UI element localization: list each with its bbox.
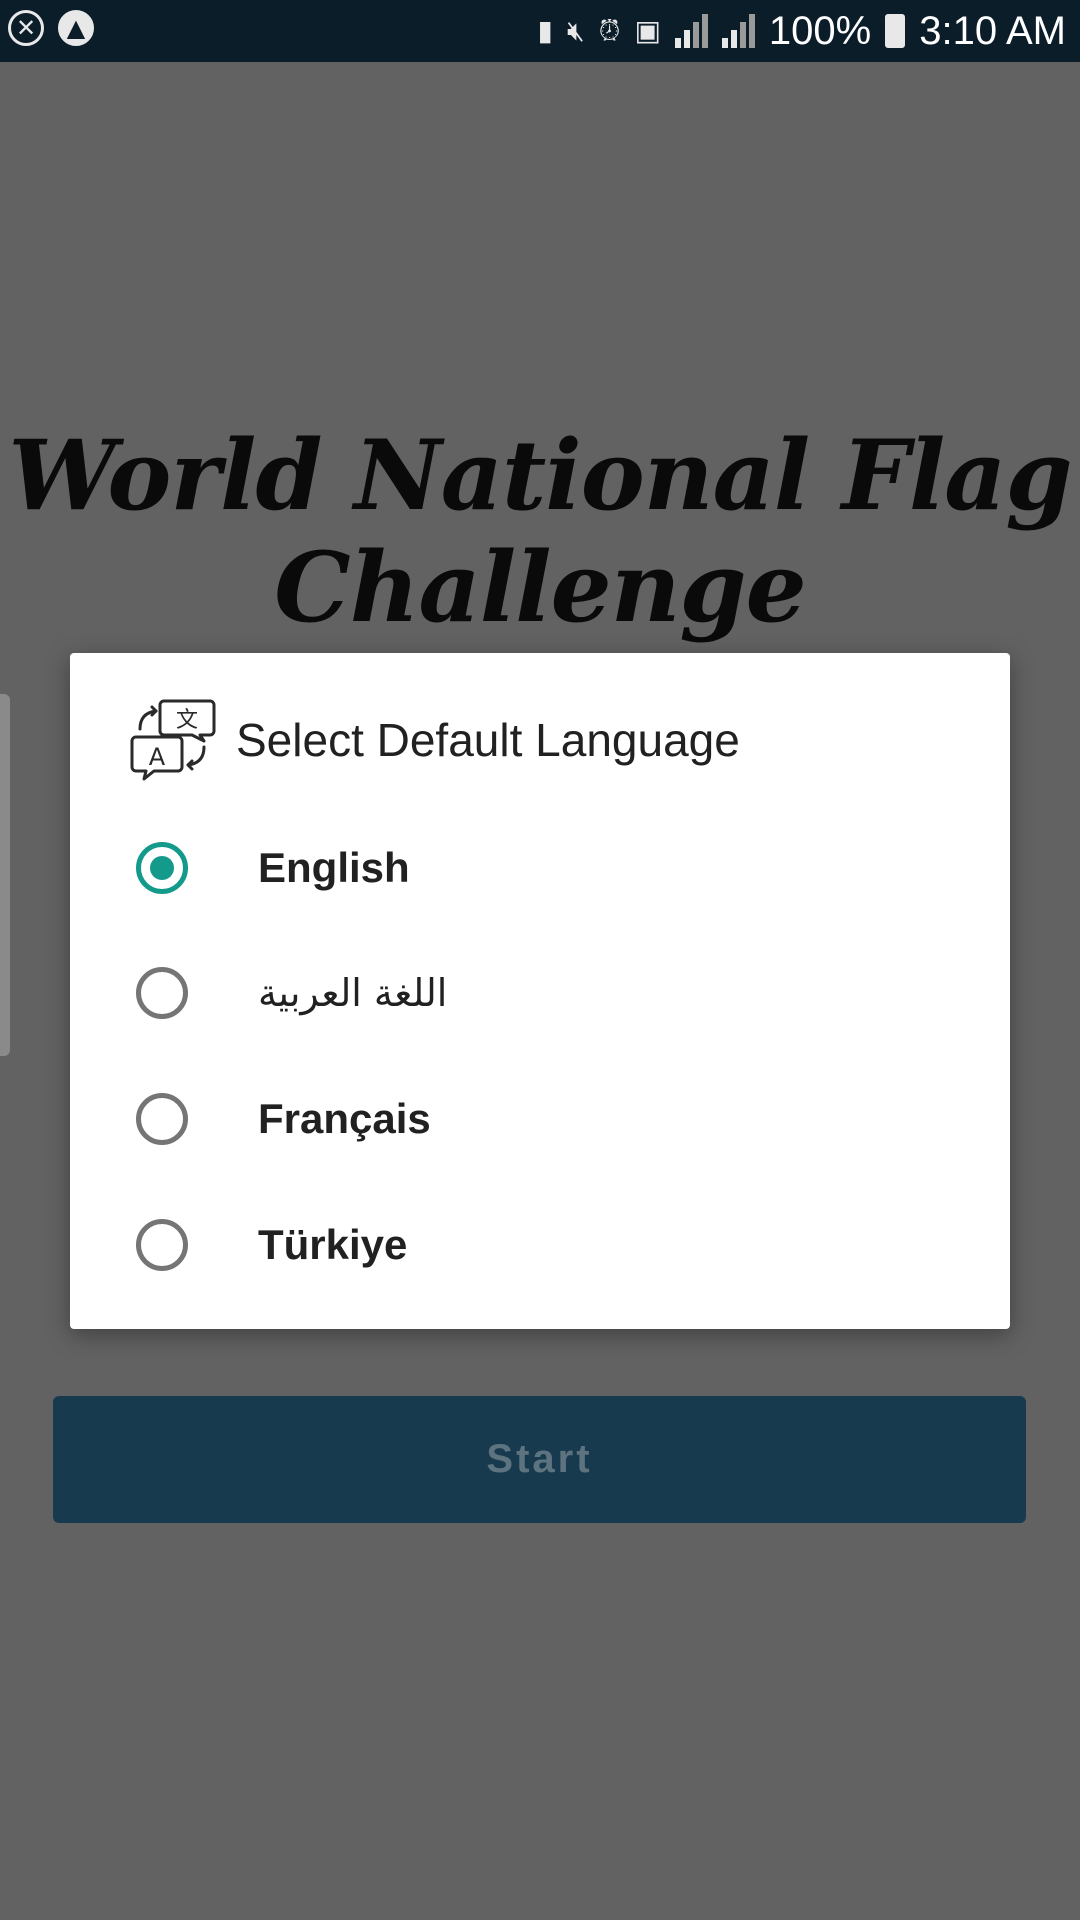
dialog-title: Select Default Language bbox=[236, 714, 740, 766]
option-label: Türkiye bbox=[258, 1221, 408, 1268]
sim-icon: ▣ bbox=[634, 14, 661, 47]
battery-saver-icon: ▮ bbox=[537, 14, 553, 47]
option-label: English bbox=[258, 844, 410, 891]
svg-text:A: A bbox=[149, 743, 166, 771]
language-option-english[interactable]: English bbox=[136, 818, 956, 918]
option-label: اللغة العربية bbox=[258, 971, 448, 1015]
language-option-turkish[interactable]: Türkiye bbox=[136, 1195, 956, 1295]
battery-charging-icon bbox=[885, 14, 906, 48]
status-bar: ✕ ▲ ▮ 🔇︎ ⏰︎ ▣ 100% 3:10 AM bbox=[0, 0, 1080, 62]
language-option-french[interactable]: Français bbox=[136, 1069, 956, 1169]
radio-button[interactable] bbox=[136, 967, 188, 1019]
clock: 3:10 AM bbox=[919, 9, 1066, 53]
start-button[interactable]: Start bbox=[53, 1396, 1026, 1523]
edge-panel-handle[interactable] bbox=[0, 694, 10, 1056]
roaming-signal-icon bbox=[674, 14, 708, 48]
app-notification-icon[interactable]: ▲ bbox=[58, 10, 94, 46]
alarm-icon: ⏰︎ bbox=[598, 14, 621, 47]
app-title: World National Flag Challenge bbox=[8, 419, 1072, 644]
translate-icon: 文 A bbox=[130, 699, 216, 781]
signal-icon bbox=[721, 14, 755, 48]
radio-button-checked[interactable] bbox=[136, 842, 188, 894]
dialog-header: 文 A Select Default Language bbox=[130, 697, 740, 783]
radio-button[interactable] bbox=[136, 1219, 188, 1271]
language-option-arabic[interactable]: اللغة العربية bbox=[136, 943, 956, 1043]
close-circle-icon[interactable]: ✕ bbox=[8, 10, 44, 46]
svg-text:文: 文 bbox=[176, 708, 198, 733]
option-label: Français bbox=[258, 1095, 431, 1142]
battery-percent: 100% bbox=[768, 9, 872, 53]
mute-icon: 🔇︎ bbox=[566, 14, 585, 47]
language-dialog: 文 A Select Default Language English اللغ… bbox=[70, 653, 1010, 1329]
radio-button[interactable] bbox=[136, 1093, 188, 1145]
